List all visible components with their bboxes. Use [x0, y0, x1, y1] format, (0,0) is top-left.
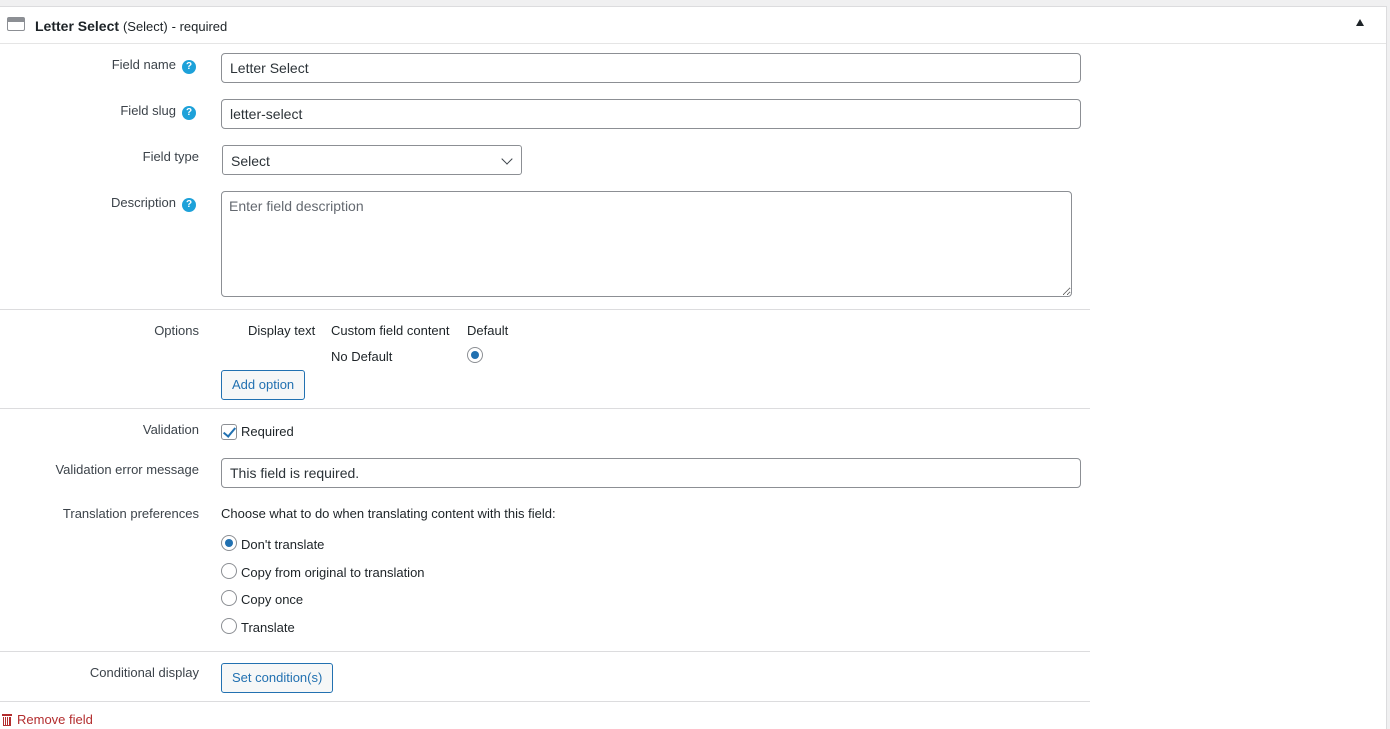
remove-field-link[interactable]: Remove field — [2, 712, 93, 727]
translation-option-label: Copy from original to translation — [241, 565, 425, 580]
required-checkbox[interactable] — [221, 424, 237, 440]
no-default-label: No Default — [331, 349, 393, 364]
field-slug-label-text: Field slug — [120, 103, 176, 118]
help-icon[interactable]: ? — [182, 60, 196, 74]
translation-intro-text: Choose what to do when translating conte… — [221, 506, 556, 521]
options-col-custom-content: Custom field content — [331, 323, 450, 338]
translation-radio-copy-from-original[interactable] — [221, 563, 237, 579]
options-col-default: Default — [467, 323, 509, 338]
field-header[interactable]: Letter Select (Select) - required — [0, 7, 1386, 44]
chevron-down-icon — [501, 153, 513, 165]
field-header-required: - required — [171, 19, 228, 34]
translation-option-label: Copy once — [241, 592, 304, 607]
section-divider — [0, 651, 1090, 652]
options-col-display-text: Display text — [248, 323, 316, 338]
select-field-icon — [7, 17, 25, 31]
field-header-type: (Select) — [122, 19, 168, 34]
field-name-label: Field name? — [112, 57, 196, 74]
translation-option-label: Don't translate — [241, 537, 325, 552]
translation-radio-copy-once[interactable] — [221, 590, 237, 606]
field-name-input[interactable] — [221, 53, 1081, 83]
description-label: Description? — [111, 195, 196, 212]
add-option-button[interactable]: Add option — [221, 370, 306, 400]
section-divider — [0, 309, 1090, 310]
translation-radio-dont-translate[interactable] — [221, 535, 237, 551]
translation-option-label: Translate — [241, 620, 295, 635]
collapse-up-icon[interactable] — [1356, 19, 1364, 26]
remove-field-label: Remove field — [17, 712, 93, 727]
section-divider — [0, 701, 1090, 702]
trash-icon — [2, 714, 12, 726]
options-label: Options — [154, 323, 199, 338]
conditional-display-label: Conditional display — [89, 665, 199, 680]
field-type-selected-value: Select — [231, 153, 270, 169]
field-type-select[interactable]: Select — [222, 145, 522, 175]
field-header-title: Letter Select (Select) - required — [35, 18, 227, 34]
validation-label: Validation — [142, 422, 199, 437]
field-header-name: Letter Select — [35, 18, 120, 34]
translation-preferences-label: Translation preferences — [62, 506, 199, 521]
help-icon[interactable]: ? — [182, 106, 196, 120]
validation-error-message-input[interactable] — [221, 458, 1081, 488]
field-type-label: Field type — [142, 149, 199, 164]
translation-radio-translate[interactable] — [221, 618, 237, 634]
field-slug-label: Field slug? — [120, 103, 196, 120]
help-icon[interactable]: ? — [182, 198, 196, 212]
field-name-label-text: Field name — [111, 57, 176, 72]
section-divider — [0, 408, 1090, 409]
set-conditions-button[interactable]: Set condition(s) — [221, 663, 334, 693]
field-panel: Letter Select (Select) - required Field … — [0, 6, 1387, 729]
description-textarea[interactable] — [221, 191, 1072, 297]
description-label-text: Description — [110, 195, 176, 210]
field-slug-input[interactable] — [221, 99, 1081, 129]
required-checkbox-label: Required — [241, 424, 294, 439]
validation-error-message-label: Validation error message — [55, 462, 199, 477]
no-default-radio[interactable] — [467, 347, 483, 363]
